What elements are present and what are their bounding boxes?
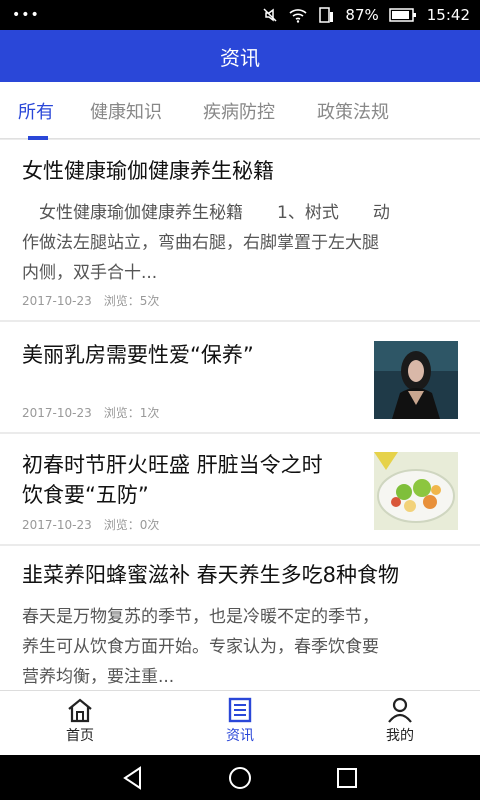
system-navigation-bar <box>0 755 480 800</box>
nav-news[interactable]: 资讯 <box>200 697 280 745</box>
news-icon <box>228 697 252 723</box>
article-thumbnail[interactable] <box>374 341 458 419</box>
article-excerpt: 女性健康瑜伽健康养生秘籍 1、树式 动 作做法左腿站立，弯曲右腿，右脚掌置于左大… <box>22 203 390 283</box>
article-feed[interactable]: 女性健康瑜伽健康养生秘籍 女性健康瑜伽健康养生秘籍 1、树式 动 作做法左腿站立… <box>0 140 480 690</box>
nav-home[interactable]: 首页 <box>40 697 120 745</box>
mute-icon <box>263 8 277 22</box>
article-thumbnail[interactable] <box>374 452 458 530</box>
tab-disease-control[interactable]: 疾病防控 <box>203 98 275 124</box>
article-date: 2017-10-23 <box>22 406 92 420</box>
back-icon[interactable] <box>120 765 146 791</box>
article-title[interactable]: 女性健康瑜伽健康养生秘籍 <box>22 156 274 186</box>
nav-mine[interactable]: 我的 <box>360 697 440 745</box>
nav-news-label: 资讯 <box>226 728 254 744</box>
article-title[interactable]: 美丽乳房需要性爱“保养” <box>22 340 254 370</box>
article-views: 浏览：1次 <box>103 406 160 420</box>
battery-percent: 87% <box>345 6 379 24</box>
article-views: 浏览：5次 <box>103 294 160 308</box>
app-bar: 资讯 <box>0 30 480 82</box>
tab-health-knowledge[interactable]: 健康知识 <box>90 98 162 124</box>
article-card[interactable]: 韭菜养阳蜂蜜滋补 春天养生多吃8种食物 春天是万物复苏的季节，也是冷暖不定的季节… <box>0 546 480 690</box>
person-icon <box>388 697 412 723</box>
article-card[interactable]: 初春时节肝火旺盛 肝脏当令之时 饮食要“五防” 2017-10-23 浏览：0次 <box>0 434 480 544</box>
recent-apps-icon[interactable] <box>334 765 360 791</box>
sim-signal-icon <box>319 7 334 23</box>
article-meta: 2017-10-23 浏览：1次 <box>22 404 159 421</box>
status-bar: ••• 87% 15:42 <box>0 0 480 30</box>
category-tabs: 所有 健康知识 疾病防控 政策法规 <box>0 82 480 139</box>
nav-home-label: 首页 <box>66 728 94 744</box>
tab-all[interactable]: 所有 <box>18 98 54 124</box>
article-excerpt: 春天是万物复苏的季节，也是冷暖不定的季节， 养生可从饮食方面开始。专家认为，春季… <box>22 607 379 687</box>
tab-policy-regulations[interactable]: 政策法规 <box>317 98 389 124</box>
article-date: 2017-10-23 <box>22 294 92 308</box>
article-date: 2017-10-23 <box>22 518 92 532</box>
notification-dots-icon: ••• <box>12 7 40 23</box>
article-title[interactable]: 初春时节肝火旺盛 肝脏当令之时 饮食要“五防” <box>22 450 323 510</box>
article-meta: 2017-10-23 浏览：5次 <box>22 292 159 309</box>
clock: 15:42 <box>426 6 470 24</box>
article-card[interactable]: 美丽乳房需要性爱“保养” 2017-10-23 浏览：1次 <box>0 322 480 432</box>
salad-photo <box>374 452 458 530</box>
page-title: 资讯 <box>220 45 260 70</box>
wifi-icon <box>289 9 307 23</box>
article-title[interactable]: 韭菜养阳蜂蜜滋补 春天养生多吃8种食物 <box>22 560 399 590</box>
portrait-photo <box>374 341 458 419</box>
article-card[interactable]: 女性健康瑜伽健康养生秘籍 女性健康瑜伽健康养生秘籍 1、树式 动 作做法左腿站立… <box>0 140 480 320</box>
battery-icon <box>389 8 416 22</box>
bottom-navigation: 首页 资讯 我的 <box>0 690 480 755</box>
article-views: 浏览：0次 <box>103 518 160 532</box>
home-circle-icon[interactable] <box>227 765 253 791</box>
article-meta: 2017-10-23 浏览：0次 <box>22 516 159 533</box>
nav-mine-label: 我的 <box>386 728 414 744</box>
home-icon <box>68 698 92 723</box>
